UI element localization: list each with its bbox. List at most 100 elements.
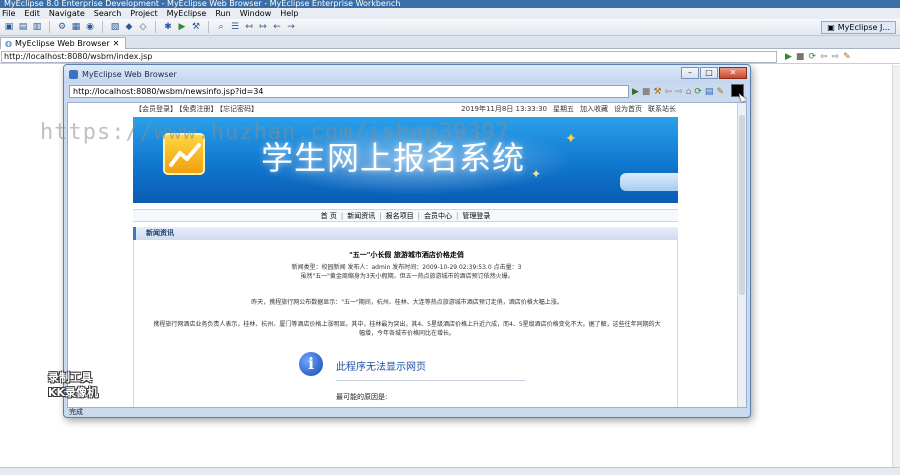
run-icon[interactable]: ▶	[176, 21, 188, 33]
error-divider	[336, 380, 526, 381]
package-icon[interactable]: ▧	[109, 21, 121, 33]
tab-web-browser[interactable]: ◍ MyEclipse Web Browser ✕	[0, 37, 127, 49]
contact-admin-link[interactable]: 联系站长	[648, 104, 676, 114]
dialog-url-input[interactable]: http://localhost:8080/wsbm/newsinfo.jsp?…	[69, 85, 629, 98]
menu-run[interactable]: Run	[215, 9, 230, 18]
stop-icon[interactable]: ■	[642, 87, 651, 97]
refresh-icon[interactable]: ⟳	[808, 52, 816, 62]
menu-search[interactable]: Search	[94, 9, 121, 18]
print-icon[interactable]: ▥	[31, 21, 43, 33]
settings-icon[interactable]: ✎	[843, 52, 851, 62]
close-icon[interactable]: ✕	[113, 38, 120, 49]
dialog-title: MyEclipse Web Browser	[82, 69, 177, 79]
maximize-icon[interactable]: □	[700, 67, 718, 79]
menu-project[interactable]: Project	[130, 9, 157, 18]
forward-icon[interactable]: →	[285, 21, 297, 33]
account-links: 【会员登录】 【免费注册】 【忘记密码】	[135, 104, 260, 114]
add-favorite-link[interactable]: 加入收藏	[580, 104, 608, 114]
forward-icon[interactable]: ⇨	[832, 52, 840, 62]
edit-icon[interactable]: ✎	[716, 87, 724, 97]
back-icon[interactable]: ←	[271, 21, 283, 33]
debug-icon[interactable]: ✱	[162, 21, 174, 33]
ide-vertical-scrollbar[interactable]	[892, 65, 900, 467]
server-icon[interactable]: ▦	[70, 21, 82, 33]
class-icon[interactable]: ◆	[123, 21, 135, 33]
menu-window[interactable]: Window	[240, 9, 272, 18]
external-tools-icon[interactable]: ⚒	[190, 21, 202, 33]
dialog-vertical-scrollbar[interactable]	[737, 103, 746, 407]
error-title: 此程序无法显示网页	[336, 362, 426, 373]
weekday: 星期五	[553, 105, 574, 113]
nav-news[interactable]: 新闻资讯	[347, 211, 375, 221]
toolbar-separator	[49, 21, 50, 33]
refresh-icon[interactable]: ⟳	[694, 87, 702, 97]
date-time: 2019年11月8日 13:33:30	[461, 105, 547, 113]
ide-url-bar: http://localhost:8080/wsbm/index.jsp ▶ ■…	[0, 50, 900, 64]
set-homepage-link[interactable]: 设为首页	[614, 104, 642, 114]
menu-myeclipse[interactable]: MyEclipse	[167, 9, 207, 18]
nav-home[interactable]: 首 页	[321, 211, 337, 221]
recorder-badge: 录制工具 KK录像机	[48, 370, 98, 404]
ide-toolbar: ▣ ▤ ▥ ⚙ ▦ ◉ ▧ ◆ ◇ ✱ ▶ ⚒ ⌕ ☰ ↤ ↦ ← → ▣ My…	[0, 19, 900, 36]
menu-help[interactable]: Help	[280, 9, 298, 18]
nav-admin-login[interactable]: 管理登录	[462, 211, 490, 221]
browser-dialog: MyEclipse Web Browser – □ ✕ http://local…	[63, 64, 751, 418]
interface-icon[interactable]: ◇	[137, 21, 149, 33]
member-login-link[interactable]: 【会员登录】	[135, 105, 177, 113]
prev-annotation-icon[interactable]: ↤	[243, 21, 255, 33]
back-icon[interactable]: ⇦	[820, 52, 828, 62]
nav-separator: |	[455, 211, 459, 220]
nav-separator: |	[379, 211, 382, 220]
go-icon[interactable]: ▶	[785, 52, 792, 62]
forward-icon[interactable]: ⇨	[675, 87, 683, 97]
menu-file[interactable]: File	[2, 9, 15, 18]
minimize-icon[interactable]: –	[681, 67, 699, 79]
menu-edit[interactable]: Edit	[24, 9, 40, 18]
star-icon: ✦	[531, 167, 542, 181]
next-annotation-icon[interactable]: ↦	[257, 21, 269, 33]
go-icon[interactable]: ▶	[632, 87, 639, 97]
article-title: "五一"小长假 旅游城市酒店价格走俏	[349, 251, 464, 259]
toolbar-separator	[155, 21, 156, 33]
dialog-title-bar[interactable]: MyEclipse Web Browser – □ ✕	[64, 65, 750, 83]
nav-projects[interactable]: 报名项目	[386, 211, 414, 221]
watermark-text: https://www.huzhan.com/ishop39397	[40, 120, 511, 145]
article-paragraph: 昨天，携程旅行网公布数据显示："五一"期间，杭州、桂林、大连等热点旅游城市酒店预…	[251, 299, 563, 306]
scrollbar-thumb[interactable]	[739, 115, 745, 295]
forgot-password-link[interactable]: 【忘记密码】	[220, 105, 259, 113]
stop-icon[interactable]: ■	[796, 52, 805, 62]
back-icon[interactable]: ⇦	[665, 87, 673, 97]
register-link[interactable]: 【免费注册】	[179, 105, 218, 113]
deploy-icon[interactable]: ⚙	[56, 21, 68, 33]
favorites-icon[interactable]: ▤	[705, 87, 714, 97]
tab-label: MyEclipse Web Browser	[14, 39, 110, 48]
new-icon[interactable]: ▣	[3, 21, 15, 33]
article-meta: 新闻类型：校园新闻 发布人：admin 发布时间：2009-10-29 02:3…	[291, 264, 522, 271]
nav-separator: |	[417, 211, 420, 220]
perspective-button[interactable]: ▣ MyEclipse J...	[821, 21, 896, 34]
dialog-nav-buttons: ▶ ■ ⚒ ⇦ ⇨ ⌂ ⟳ ▤ ✎	[632, 85, 724, 98]
toolbar-separator	[102, 21, 103, 33]
ide-status-bar	[0, 467, 900, 475]
home-icon[interactable]: ⌂	[686, 87, 692, 97]
top-right-info: 2019年11月8日 13:33:30 星期五 加入收藏 设为首页 联系站长	[461, 104, 676, 114]
ide-url-input[interactable]: http://localhost:8080/wsbm/index.jsp	[1, 50, 777, 63]
ide-menubar: File Edit Navigate Search Project MyEcli…	[0, 8, 900, 19]
search-icon[interactable]: ⌕	[215, 21, 227, 33]
tools-icon[interactable]: ⚒	[653, 87, 661, 97]
toolbar-separator	[208, 21, 209, 33]
menu-navigate[interactable]: Navigate	[49, 9, 85, 18]
banner-decoration	[620, 173, 678, 191]
browser-icon[interactable]: ◉	[84, 21, 96, 33]
nav-member-center[interactable]: 会员中心	[424, 211, 452, 221]
open-type-icon[interactable]: ☰	[229, 21, 241, 33]
page-top-bar: 【会员登录】 【免费注册】 【忘记密码】 2019年11月8日 13:33:30 星…	[133, 103, 678, 115]
globe-icon: ◍	[5, 39, 12, 48]
close-icon[interactable]: ✕	[719, 67, 747, 79]
save-icon[interactable]: ▤	[17, 21, 29, 33]
browser-viewport: 【会员登录】 【免费注册】 【忘记密码】 2019年11月8日 13:33:30 星…	[67, 102, 747, 408]
info-icon: i	[299, 352, 323, 376]
error-reason: 最可能的原因是:	[336, 393, 388, 401]
recorder-line2: KK录像机	[48, 386, 99, 399]
star-icon: ✦	[565, 131, 577, 147]
